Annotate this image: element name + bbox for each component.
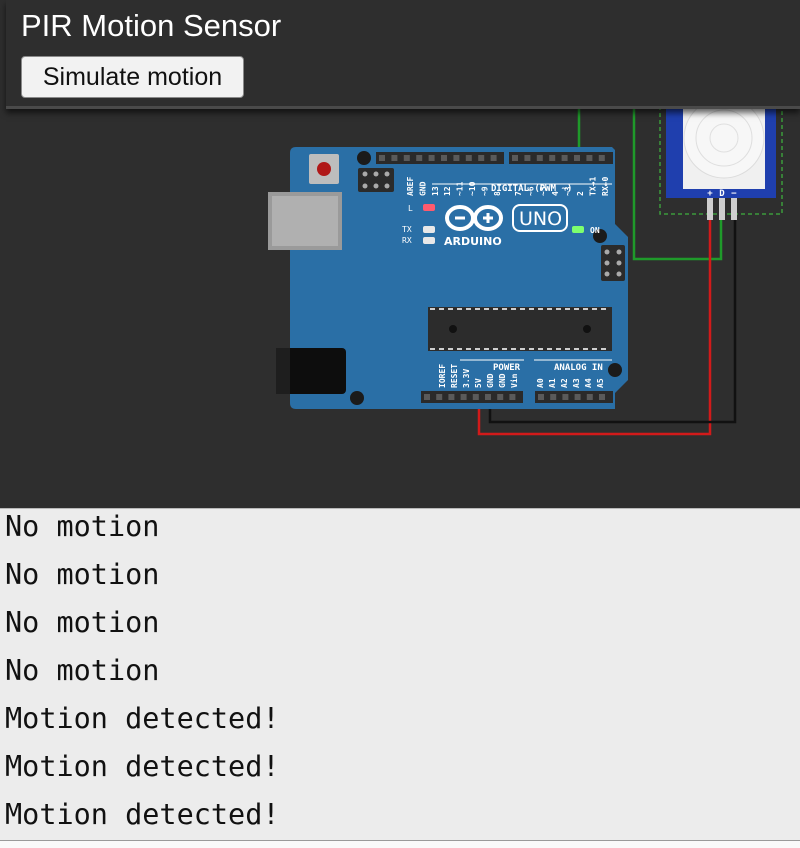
serial-line: Motion detected!	[5, 702, 280, 735]
sensor-pin-label: +	[707, 189, 713, 199]
reset-button-cap[interactable]	[317, 162, 331, 176]
pin-label: 13	[431, 186, 440, 196]
brand-label: ARDUINO	[444, 235, 502, 248]
sensor-pin[interactable]	[719, 198, 725, 220]
sensor-pin[interactable]	[731, 198, 737, 220]
header-pin[interactable]	[453, 155, 460, 161]
header-pin[interactable]	[490, 155, 497, 161]
sensor-pins[interactable]: + D −	[707, 189, 737, 220]
pin-label: 5V	[474, 378, 483, 388]
led-rx-label: RX	[402, 236, 412, 245]
header-pin[interactable]	[524, 155, 531, 161]
led-tx	[423, 226, 435, 233]
model-label: UNO	[519, 208, 562, 230]
sensor-pin[interactable]	[707, 198, 713, 220]
sensor-pin-label: D	[719, 189, 725, 199]
led-l-label: L	[408, 204, 413, 213]
pin-label: Vin	[509, 373, 519, 388]
header-pin[interactable]	[403, 155, 410, 161]
header-pin[interactable]	[472, 394, 479, 400]
pin-label: AREF	[406, 177, 415, 196]
toolbar: PIR Motion Sensor Simulate motion	[6, 0, 800, 109]
page-title: PIR Motion Sensor	[21, 8, 282, 43]
pir-sensor[interactable]: + D −	[659, 97, 783, 220]
power-header-label: POWER	[493, 363, 521, 373]
header-pin[interactable]	[428, 155, 435, 161]
header-pin[interactable]	[562, 394, 569, 400]
serial-line: Motion detected!	[5, 750, 280, 783]
chip-dot	[583, 325, 591, 333]
pin-label: IOREF	[438, 364, 447, 388]
pin-label: GND	[418, 181, 427, 196]
header-pin[interactable]	[485, 394, 491, 400]
serial-monitor[interactable]: No motion No motion No motion No motion Moti…	[0, 508, 800, 842]
header-pin[interactable]	[574, 155, 580, 161]
pin-label: A0	[536, 378, 545, 388]
digital-header-label: DIGITAL (PWM ~)	[491, 184, 572, 194]
serial-line: No motion	[5, 510, 160, 543]
chip-dot	[449, 325, 457, 333]
header-pin[interactable]	[448, 394, 455, 400]
header-pin[interactable]	[424, 394, 430, 400]
arduino-uno-board[interactable]: AREF GND 13 12 ~11 ~10 ~9 8 7 ~6 ~5 4 ~3 2 TX→1 RX←0 DI…	[268, 147, 628, 409]
header-pin[interactable]	[509, 394, 516, 400]
usb-port-inner	[272, 196, 338, 246]
header-pin[interactable]	[460, 394, 467, 400]
pin-label: A1	[548, 378, 557, 388]
header-pin[interactable]	[536, 155, 543, 161]
header-pin[interactable]	[391, 155, 398, 161]
header-pin[interactable]	[599, 394, 605, 400]
analog-header-label: ANALOG IN	[554, 363, 603, 373]
header-pin[interactable]	[574, 394, 581, 400]
led-rx	[423, 237, 435, 244]
header-pin[interactable]	[538, 394, 544, 400]
power-jack-lip	[276, 348, 290, 394]
icsp-header-2	[601, 245, 625, 281]
pin-label: TX→1	[588, 177, 597, 196]
pin-label: A3	[572, 378, 581, 388]
pin-label: GND	[486, 373, 495, 388]
header-pin[interactable]	[497, 394, 504, 400]
pin-label: RESET	[450, 364, 459, 388]
sensor-pin-label: −	[731, 189, 737, 199]
pin-label: 2	[576, 191, 585, 196]
led-on-label: ON	[590, 226, 600, 235]
led-on	[572, 226, 584, 233]
pin-label: A2	[560, 378, 569, 388]
header-pin[interactable]	[379, 155, 385, 161]
led-tx-label: TX	[402, 225, 412, 234]
mounting-hole	[350, 391, 364, 405]
serial-line: Motion detected!	[5, 798, 280, 831]
icsp-header	[358, 168, 394, 192]
bottom-pin-row[interactable]	[424, 394, 605, 400]
pin-label: GND	[498, 373, 507, 388]
header-pin[interactable]	[416, 155, 423, 161]
mounting-hole	[608, 363, 622, 377]
header-pin[interactable]	[436, 394, 443, 400]
pin-label: A5	[596, 378, 605, 388]
simulate-motion-button[interactable]: Simulate motion	[21, 56, 244, 98]
serial-line: No motion	[5, 558, 160, 591]
led-l	[423, 204, 435, 211]
header-pin[interactable]	[550, 394, 557, 400]
header-pin[interactable]	[549, 155, 556, 161]
serial-output: No motion No motion No motion No motion Moti…	[5, 509, 280, 839]
pin-label: RX←0	[601, 177, 610, 196]
header-pin[interactable]	[441, 155, 447, 161]
serial-line: No motion	[5, 654, 160, 687]
header-pin[interactable]	[478, 155, 485, 161]
header-pin[interactable]	[586, 155, 593, 161]
serial-line: No motion	[5, 606, 160, 639]
pin-label: A4	[584, 378, 593, 388]
header-pin[interactable]	[561, 155, 568, 161]
pin-label: ~9	[480, 186, 489, 196]
pin-label: 12	[443, 186, 452, 196]
pin-label: 3.3V	[462, 369, 471, 388]
header-pin[interactable]	[465, 155, 472, 161]
mounting-hole	[357, 151, 371, 165]
header-pin[interactable]	[512, 155, 518, 161]
header-pin[interactable]	[586, 394, 593, 400]
header-pin[interactable]	[598, 155, 605, 161]
